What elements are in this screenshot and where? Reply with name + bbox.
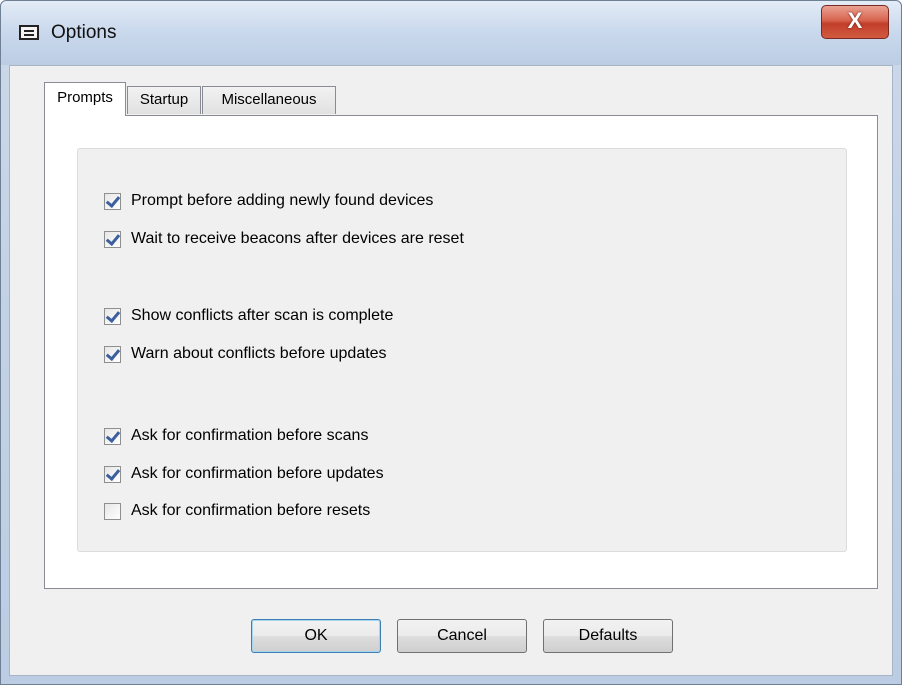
option-wait-beacons[interactable]: Wait to receive beacons after devices ar… [104, 228, 464, 250]
option-prompt-new-devices[interactable]: Prompt before adding newly found devices [104, 190, 433, 212]
option-label: Warn about conflicts before updates [131, 345, 387, 362]
prompt-options-group: Prompt before adding newly found devices… [77, 148, 847, 552]
option-show-conflicts[interactable]: Show conflicts after scan is complete [104, 305, 393, 327]
checkbox-warn-conflicts[interactable] [104, 345, 121, 363]
ok-button[interactable]: OK [251, 619, 381, 653]
tab-miscellaneous-label: Miscellaneous [221, 91, 317, 108]
window-app-icon[interactable] [19, 25, 39, 40]
option-label: Ask for confirmation before resets [131, 502, 371, 519]
checkbox-confirm-updates[interactable] [104, 465, 121, 483]
checkbox-prompt-new-devices[interactable] [104, 192, 121, 210]
close-icon: X [847, 8, 863, 33]
dialog-client-area: Prompts Startup Miscellaneous Prompt bef… [9, 65, 893, 676]
option-confirm-updates[interactable]: Ask for confirmation before updates [104, 463, 384, 485]
prompts-tab-panel: Prompt before adding newly found devices… [44, 115, 878, 589]
option-warn-conflicts[interactable]: Warn about conflicts before updates [104, 343, 387, 365]
defaults-button[interactable]: Defaults [543, 619, 673, 653]
option-label: Show conflicts after scan is complete [131, 307, 394, 324]
checkbox-wait-beacons[interactable] [104, 230, 121, 248]
option-label: Prompt before adding newly found devices [131, 192, 434, 209]
title-bar[interactable]: Options X [1, 1, 901, 65]
tab-startup[interactable]: Startup [127, 86, 201, 114]
cancel-button[interactable]: Cancel [397, 619, 527, 653]
checkbox-confirm-resets[interactable] [104, 502, 121, 520]
tab-miscellaneous[interactable]: Miscellaneous [202, 86, 336, 114]
option-label: Wait to receive beacons after devices ar… [131, 230, 464, 247]
checkbox-confirm-scans[interactable] [104, 427, 121, 445]
option-label: Ask for confirmation before updates [131, 465, 384, 482]
close-button[interactable]: X [821, 5, 889, 39]
option-confirm-scans[interactable]: Ask for confirmation before scans [104, 425, 368, 447]
tab-prompts-label: Prompts [57, 89, 113, 106]
options-dialog: Options X Prompts Startup Miscellaneous … [0, 0, 902, 685]
option-confirm-resets[interactable]: Ask for confirmation before resets [104, 500, 370, 522]
window-title: Options [51, 22, 117, 43]
tab-startup-label: Startup [139, 91, 189, 108]
option-label: Ask for confirmation before scans [131, 427, 369, 444]
tab-prompts[interactable]: Prompts [44, 82, 126, 116]
checkbox-show-conflicts[interactable] [104, 307, 121, 325]
